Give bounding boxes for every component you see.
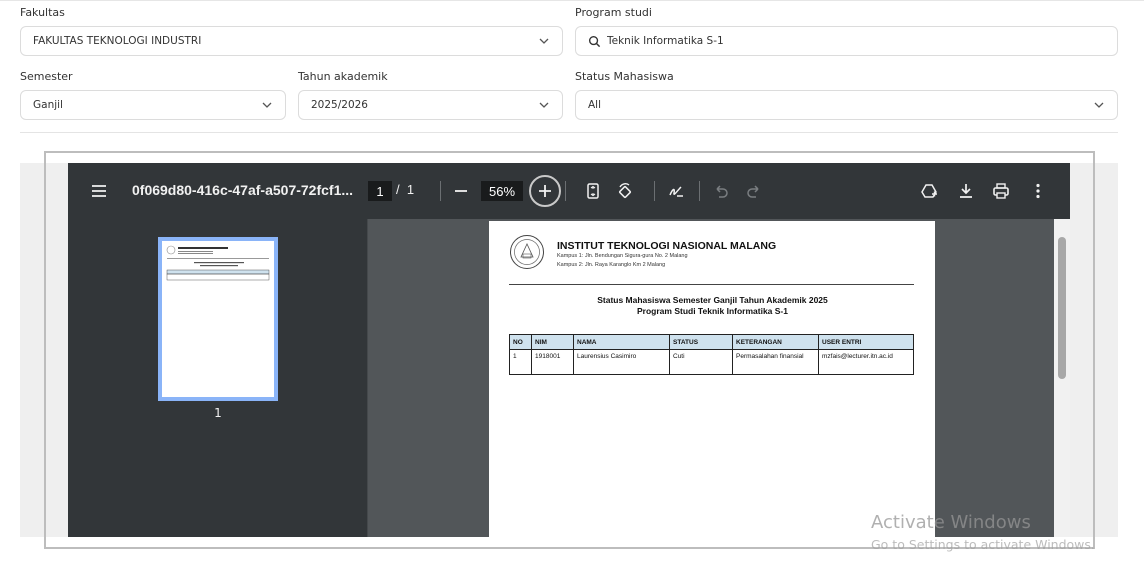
fakultas-label: Fakultas [20,6,65,19]
activate-windows-hint: Go to Settings to activate Windows. [871,537,1095,552]
fakultas-value: FAKULTAS TEKNOLOGI INDUSTRI [33,35,202,47]
program-studi-label: Program studi [575,6,652,19]
tahun-akademik-label: Tahun akademik [298,70,388,83]
search-icon [588,35,601,47]
tahun-akademik-select[interactable]: 2025/2026 [298,90,563,120]
chevron-down-icon [539,102,549,108]
status-mahasiswa-select[interactable]: All [575,90,1118,120]
chevron-down-icon [262,102,272,108]
top-border [0,0,1144,1]
status-mahasiswa-label: Status Mahasiswa [575,70,674,83]
program-studi-search[interactable]: Teknik Informatika S-1 [575,26,1118,56]
tahun-akademik-value: 2025/2026 [311,99,368,111]
status-mahasiswa-value: All [588,99,602,111]
program-studi-value: Teknik Informatika S-1 [607,35,724,47]
fakultas-select[interactable]: FAKULTAS TEKNOLOGI INDUSTRI [20,26,563,56]
activate-windows-title: Activate Windows [871,512,1031,533]
semester-label: Semester [20,70,73,83]
chevron-down-icon [1094,102,1104,108]
semester-value: Ganjil [33,99,63,111]
semester-select[interactable]: Ganjil [20,90,286,120]
chevron-down-icon [539,38,549,44]
viewer-frame [44,151,1095,549]
section-divider [20,132,1118,133]
